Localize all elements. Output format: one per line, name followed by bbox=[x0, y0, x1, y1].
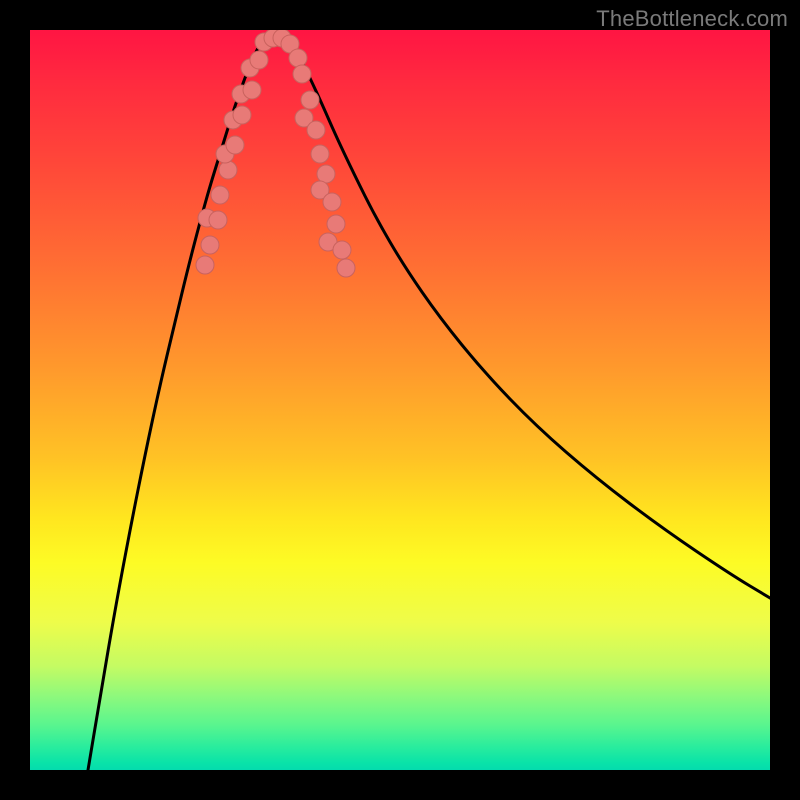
data-dot bbox=[250, 51, 268, 69]
data-dot bbox=[333, 241, 351, 259]
data-dot bbox=[211, 186, 229, 204]
data-dot bbox=[337, 259, 355, 277]
curve-right-branch bbox=[292, 44, 770, 598]
data-dot bbox=[209, 211, 227, 229]
data-dot bbox=[201, 236, 219, 254]
chart-svg bbox=[30, 30, 770, 770]
curve-layer bbox=[88, 37, 770, 771]
data-dot bbox=[219, 161, 237, 179]
data-dot bbox=[243, 81, 261, 99]
data-dot bbox=[307, 121, 325, 139]
data-dot bbox=[327, 215, 345, 233]
dot-layer bbox=[196, 30, 355, 277]
plot-area bbox=[30, 30, 770, 770]
data-dot bbox=[301, 91, 319, 109]
data-dot bbox=[196, 256, 214, 274]
watermark-text: TheBottleneck.com bbox=[596, 6, 788, 32]
data-dot bbox=[323, 193, 341, 211]
chart-frame: TheBottleneck.com bbox=[0, 0, 800, 800]
data-dot bbox=[293, 65, 311, 83]
data-dot bbox=[317, 165, 335, 183]
data-dot bbox=[311, 145, 329, 163]
data-dot bbox=[226, 136, 244, 154]
data-dot bbox=[289, 49, 307, 67]
data-dot bbox=[233, 106, 251, 124]
